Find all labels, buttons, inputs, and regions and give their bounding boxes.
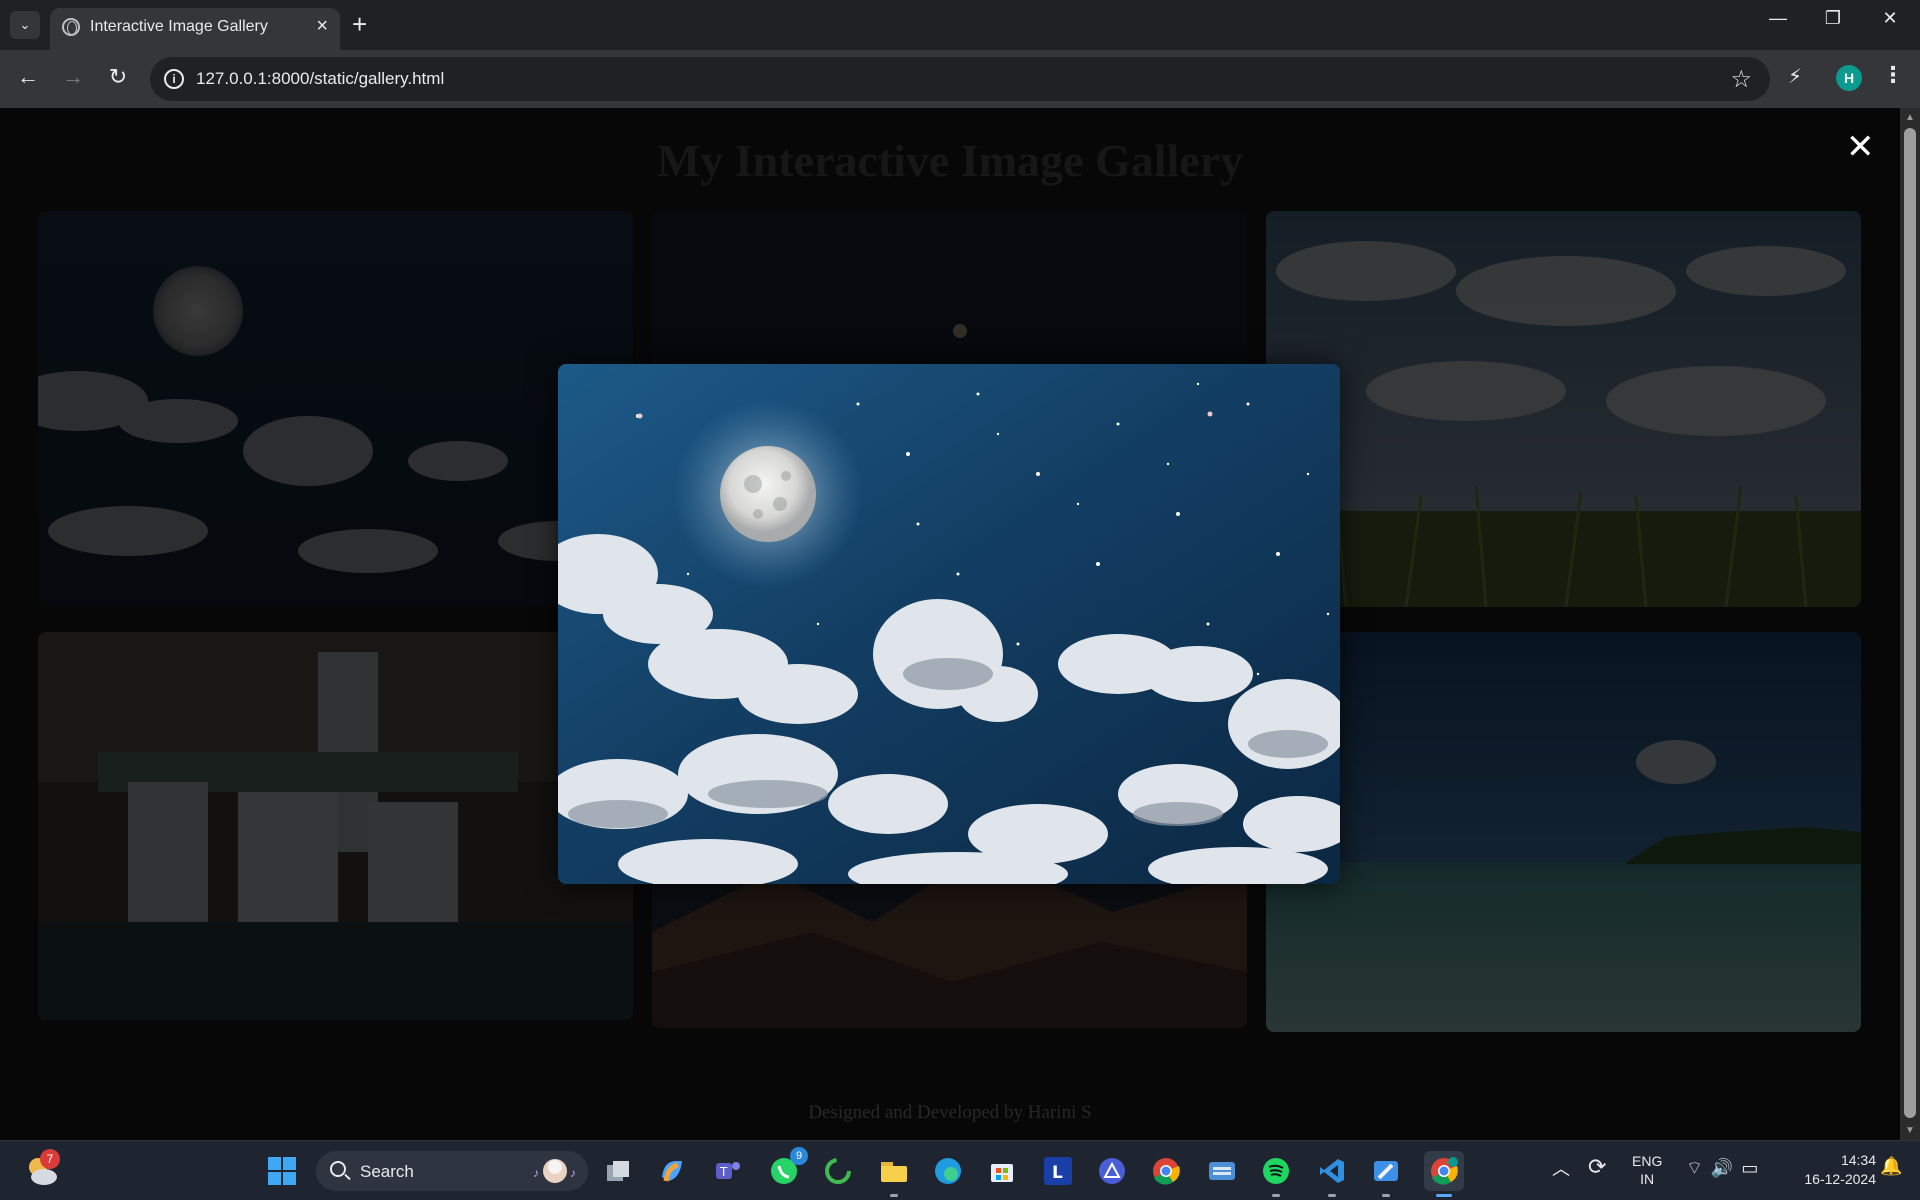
- vscode-icon[interactable]: [1312, 1151, 1352, 1197]
- edge-icon[interactable]: [928, 1151, 968, 1191]
- lightbox-image-full-moon: [558, 364, 1340, 884]
- chrome-active-icon[interactable]: [1424, 1151, 1464, 1197]
- copilot-icon[interactable]: [652, 1151, 692, 1191]
- active-indicator: [1436, 1194, 1452, 1197]
- page-viewport: My Interactive Image Gallery Designed an…: [0, 108, 1900, 1140]
- close-tab-icon[interactable]: ×: [316, 15, 328, 38]
- language-line-2: IN: [1640, 1171, 1655, 1187]
- windows-taskbar: 7 Search ♪ ♪ T 9 L ︿ ⟳ ENG IN ⌔🔊▭ 14:34 …: [0, 1140, 1920, 1200]
- svg-text:L: L: [1052, 1163, 1063, 1183]
- clock-date: 16-12-2024: [1804, 1171, 1876, 1187]
- bookmark-star-icon[interactable]: ☆: [1730, 65, 1752, 94]
- globe-icon: [62, 18, 80, 36]
- scrollbar-thumb[interactable]: [1904, 128, 1916, 1118]
- svg-text:♪: ♪: [533, 1166, 539, 1180]
- language-line-1: ENG: [1632, 1153, 1663, 1169]
- lightbox-close-icon[interactable]: ✕: [1846, 130, 1875, 164]
- search-icon: [330, 1161, 346, 1177]
- teams-icon[interactable]: T: [708, 1151, 748, 1191]
- scroll-down-arrow-icon[interactable]: ▼: [1905, 1125, 1915, 1136]
- keyboard-app-icon[interactable]: [1202, 1151, 1242, 1191]
- running-indicator: [890, 1194, 898, 1197]
- sync-icon[interactable]: ⟳: [1588, 1154, 1606, 1180]
- file-explorer-icon[interactable]: [874, 1151, 914, 1197]
- notification-bell-icon[interactable]: 🔔: [1880, 1156, 1902, 1177]
- tray-chevron-up-icon[interactable]: ︿: [1552, 1155, 1570, 1181]
- taskbar-search-label: Search: [360, 1162, 414, 1181]
- language-indicator[interactable]: ENG IN: [1632, 1152, 1662, 1188]
- profile-avatar[interactable]: H: [1836, 65, 1862, 91]
- microsoft-store-icon[interactable]: [982, 1151, 1022, 1191]
- address-bar[interactable]: i 127.0.0.1:8000/static/gallery.html ☆: [150, 57, 1770, 101]
- minimize-icon[interactable]: —: [1758, 8, 1798, 29]
- tab-search-chevron-icon[interactable]: ⌄: [10, 11, 40, 39]
- refresh-app-icon[interactable]: [818, 1151, 858, 1191]
- browser-toolbar: ← → ↻ i 127.0.0.1:8000/static/gallery.ht…: [0, 50, 1920, 108]
- scroll-up-arrow-icon[interactable]: ▲: [1905, 112, 1915, 123]
- l-app-icon[interactable]: L: [1038, 1151, 1078, 1191]
- whatsapp-badge: 9: [790, 1147, 808, 1165]
- new-tab-plus-icon[interactable]: +: [352, 9, 367, 40]
- clock-time: 14:34: [1840, 1152, 1876, 1168]
- page-scrollbar[interactable]: ▲ ▼: [1900, 108, 1920, 1140]
- weather-notification-badge: 7: [40, 1149, 60, 1169]
- whatsapp-icon[interactable]: 9: [764, 1147, 808, 1191]
- browser-menu-icon[interactable]: ⋮: [1882, 62, 1904, 88]
- paint-icon[interactable]: [1366, 1151, 1406, 1197]
- windows-start-icon[interactable]: [262, 1151, 302, 1191]
- browser-tab[interactable]: Interactive Image Gallery ×: [50, 8, 340, 50]
- back-arrow-icon[interactable]: ←: [13, 64, 43, 90]
- restore-icon[interactable]: ❐: [1813, 8, 1853, 29]
- triangle-app-icon[interactable]: [1092, 1151, 1132, 1191]
- performance-icon[interactable]: ⚡: [1788, 64, 1802, 89]
- svg-text:T: T: [719, 1165, 728, 1179]
- chrome-icon[interactable]: [1146, 1151, 1186, 1191]
- tab-title: Interactive Image Gallery: [90, 18, 268, 35]
- system-clock[interactable]: 14:34 16-12-2024: [1786, 1151, 1876, 1189]
- search-highlight-art-icon: ♪ ♪: [533, 1159, 576, 1183]
- close-window-icon[interactable]: ✕: [1870, 8, 1910, 29]
- taskbar-search-box[interactable]: Search ♪ ♪: [316, 1151, 588, 1191]
- reload-icon[interactable]: ↻: [103, 64, 133, 90]
- tab-strip: ⌄ Interactive Image Gallery × + — ❐ ✕: [0, 0, 1920, 50]
- running-indicator: [1272, 1194, 1280, 1197]
- svg-text:♪: ♪: [570, 1166, 576, 1180]
- forward-arrow-icon[interactable]: →: [58, 64, 88, 90]
- running-indicator: [1382, 1194, 1390, 1197]
- task-view-icon[interactable]: [598, 1151, 638, 1191]
- spotify-icon[interactable]: [1256, 1151, 1296, 1197]
- url-text[interactable]: 127.0.0.1:8000/static/gallery.html: [196, 69, 444, 89]
- site-info-icon[interactable]: i: [164, 69, 184, 89]
- running-indicator: [1328, 1194, 1336, 1197]
- wifi-volume-battery-icons[interactable]: ⌔🔊▭: [1686, 1157, 1766, 1180]
